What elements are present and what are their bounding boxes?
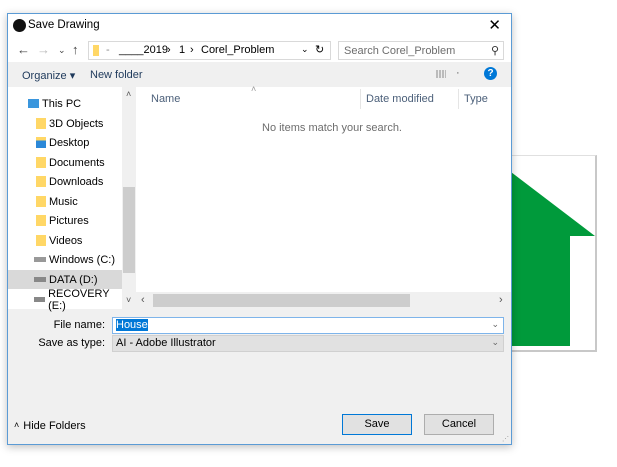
save-button[interactable]: Save [342,414,412,435]
up-button[interactable]: ↑ [72,42,79,57]
nav-item-label: This PC [42,97,82,110]
organize-button[interactable]: Organize ▾ [22,69,75,82]
drive-icon [34,297,46,302]
nav-item-label: Desktop [49,136,90,149]
save-drawing-dialog: Save Drawing ✕ ← → ⌄ ↑ - ____2019 › 1 › … [7,13,512,445]
close-button[interactable]: ✕ [488,16,501,34]
file-name-dropdown-icon[interactable]: ⌄ [491,319,499,330]
nav-item-label: Windows (C:) [49,253,116,266]
nav-item-downloads[interactable]: Downloads [36,172,126,191]
drive-icon [34,257,46,262]
toolbar: Organize ▾ New folder · ? [8,62,511,87]
resize-grip-icon[interactable]: ⋰ [502,435,509,443]
view-options-icon[interactable] [436,70,446,78]
3d-objects-folder-icon [36,118,46,129]
view-dropdown-icon[interactable]: · [456,67,460,79]
desktop-folder-icon [36,137,46,148]
scroll-left-icon[interactable]: ‹ [141,294,145,306]
address-bar[interactable]: - ____2019 › 1 › Corel_Problem ⌄ ↻ [88,41,331,60]
nav-item-label: Pictures [49,214,89,227]
videos-folder-icon [36,235,46,246]
file-name-label: File name: [53,319,105,331]
nav-item-label: 3D Objects [49,117,104,130]
nav-item-3d-objects[interactable]: 3D Objects [36,114,126,133]
address-dropdown-icon[interactable]: ⌄ [301,44,309,55]
scrollbar-thumb[interactable] [123,187,135,273]
hide-folders-label: Hide Folders [23,420,86,432]
back-button[interactable]: ← [17,42,30,57]
breadcrumb-segment[interactable]: ____2019 [119,44,168,56]
cancel-button[interactable]: Cancel [424,414,494,435]
nav-item-label: Videos [49,234,83,247]
pictures-folder-icon [36,215,46,226]
nav-item-documents[interactable]: Documents [36,153,126,172]
nav-item-music[interactable]: Music [36,192,126,211]
save-as-type-select[interactable]: AI - Adobe Illustrator ⌄ [112,335,504,352]
nav-item-data-d[interactable]: DATA (D:) [8,270,122,289]
address-row: ← → ⌄ ↑ - ____2019 › 1 › Corel_Problem ⌄… [8,38,511,62]
scroll-down-icon[interactable]: ˅ [126,295,131,305]
nav-item-windows-c[interactable]: Windows (C:) [34,250,124,269]
scroll-right-icon[interactable]: › [499,294,503,306]
hide-folders-button[interactable]: ˄ Hide Folders [14,420,86,432]
column-header-date-modified[interactable]: Date modified [366,93,434,105]
forward-button[interactable]: → [37,42,50,57]
nav-vertical-scrollbar[interactable]: ˄ ˅ [122,87,136,309]
breadcrumb-segment[interactable]: 1 [179,44,185,56]
navigation-pane: This PC 3D Objects Desktop Documents Dow… [8,87,124,312]
file-name-input[interactable]: House ⌄ [112,317,504,334]
nav-item-label: Documents [49,156,105,169]
breadcrumb-separator: › [190,44,194,56]
search-placeholder: Search Corel_Problem [344,45,456,57]
downloads-folder-icon [36,176,46,187]
scroll-up-icon[interactable]: ˄ [126,89,131,99]
dialog-title: Save Drawing [28,19,100,31]
folder-icon [93,45,99,56]
refresh-icon[interactable]: ↻ [315,43,324,56]
nav-item-pictures[interactable]: Pictures [36,211,126,230]
sort-ascending-icon: ˄ [251,84,257,94]
search-box[interactable]: Search Corel_Problem ⚲ [338,41,504,60]
documents-folder-icon [36,157,46,168]
help-button[interactable]: ? [484,67,497,80]
column-header-name[interactable]: Name [151,93,180,105]
file-list: ˄ Name Date modified Type No items match… [136,84,511,309]
file-name-value: House [116,319,148,331]
nav-item-label: DATA (D:) [49,273,98,286]
nav-item-label: Downloads [49,175,104,188]
empty-message: No items match your search. [262,122,402,134]
column-header-type[interactable]: Type [464,93,488,105]
breadcrumb-separator: › [167,44,171,56]
search-icon: ⚲ [490,45,499,57]
breadcrumb-segment[interactable]: Corel_Problem [201,44,274,56]
music-folder-icon [36,196,46,207]
recent-locations-button[interactable]: ⌄ [58,45,66,56]
nav-item-videos[interactable]: Videos [36,231,126,250]
nav-item-desktop[interactable]: Desktop [36,133,126,152]
save-as-type-label: Save as type: [38,337,105,349]
list-horizontal-scrollbar[interactable]: ‹ › [136,292,511,309]
nav-item-label: Music [49,195,78,208]
computer-icon [28,99,39,108]
coreldraw-app-icon [13,19,26,32]
chevron-up-icon: ˄ [14,420,20,430]
nav-item-recovery-e[interactable]: RECOVERY (E:) [34,287,124,312]
type-dropdown-icon: ⌄ [491,337,499,347]
title-bar: Save Drawing ✕ [8,14,511,38]
nav-item-label: RECOVERY (E:) [48,287,110,312]
nav-item-this-pc[interactable]: This PC [28,94,118,113]
drive-icon [34,277,46,282]
save-as-type-value: AI - Adobe Illustrator [116,337,216,349]
scrollbar-thumb[interactable] [153,294,410,307]
new-folder-button[interactable]: New folder [90,69,143,81]
